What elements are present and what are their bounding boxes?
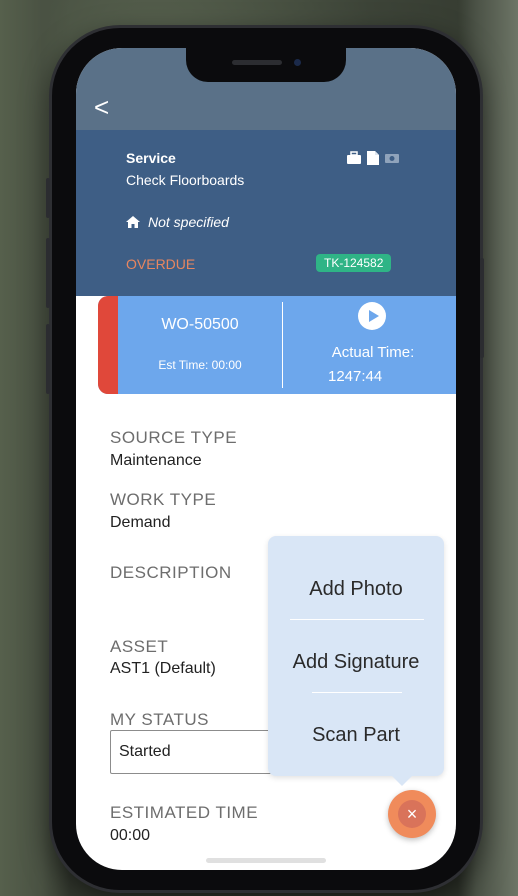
back-button[interactable]: < <box>94 94 109 120</box>
overdue-status: OVERDUE <box>126 256 196 272</box>
service-subtitle: Check Floorboards <box>126 172 245 188</box>
time-tracker-bar: WO-50500 Est Time: 00:00 Actual Time: 12… <box>98 296 456 394</box>
asset-value: AST1 (Default) <box>110 660 216 677</box>
ticket-badge[interactable]: TK-124582 <box>316 254 392 272</box>
actual-time-value: 1247:44 <box>328 368 383 385</box>
source-type-label: SOURCE TYPE <box>110 428 238 447</box>
volume-down-button <box>46 324 50 394</box>
close-menu-fab[interactable]: × <box>388 790 436 838</box>
action-menu: Add Photo Add Signature Scan Part <box>268 536 444 776</box>
work-order-number: WO-50500 <box>161 316 239 333</box>
service-title: Service <box>126 150 176 166</box>
work-type-value: Demand <box>110 514 171 531</box>
work-order-header: Service Check Floorboards Not specified … <box>76 130 456 296</box>
play-timer-icon[interactable] <box>358 302 386 330</box>
my-status-select[interactable]: Started <box>110 730 290 774</box>
document-icon[interactable] <box>366 150 380 166</box>
mute-switch <box>46 178 50 218</box>
location-text: Not specified <box>148 214 229 230</box>
timebar-divider <box>282 302 283 388</box>
scan-part-button[interactable]: Scan Part <box>268 724 444 747</box>
my-status-label: MY STATUS <box>110 710 209 729</box>
description-label: DESCRIPTION <box>110 563 232 582</box>
estimated-time-summary: Est Time: 00:00 <box>158 358 242 372</box>
front-camera <box>294 59 301 66</box>
actual-time-label: Actual Time: <box>331 344 415 361</box>
work-type-label: WORK TYPE <box>110 490 217 509</box>
asset-label: ASSET <box>110 637 169 656</box>
briefcase-icon[interactable] <box>346 151 362 165</box>
my-status-value: Started <box>119 743 171 760</box>
close-icon: × <box>398 800 426 828</box>
header-icons <box>346 150 400 166</box>
menu-divider <box>312 692 402 693</box>
camera-icon[interactable] <box>384 152 400 164</box>
home-indicator <box>206 858 326 863</box>
add-signature-button[interactable]: Add Signature <box>268 651 444 674</box>
alert-stripe <box>98 296 118 394</box>
source-type-value: Maintenance <box>110 452 202 469</box>
home-icon <box>126 216 140 228</box>
action-menu-pointer <box>390 774 414 786</box>
app-screen: < Service Check Floorboards Not specifie… <box>76 48 456 870</box>
estimated-time-label: ESTIMATED TIME <box>110 803 259 822</box>
estimated-time-value: 00:00 <box>110 827 151 844</box>
speaker-grille <box>232 60 282 65</box>
menu-divider <box>290 619 424 620</box>
phone-notch <box>186 48 346 82</box>
volume-up-button <box>46 238 50 308</box>
power-button <box>480 258 484 358</box>
location-row: Not specified <box>126 214 229 230</box>
add-photo-button[interactable]: Add Photo <box>268 578 444 601</box>
